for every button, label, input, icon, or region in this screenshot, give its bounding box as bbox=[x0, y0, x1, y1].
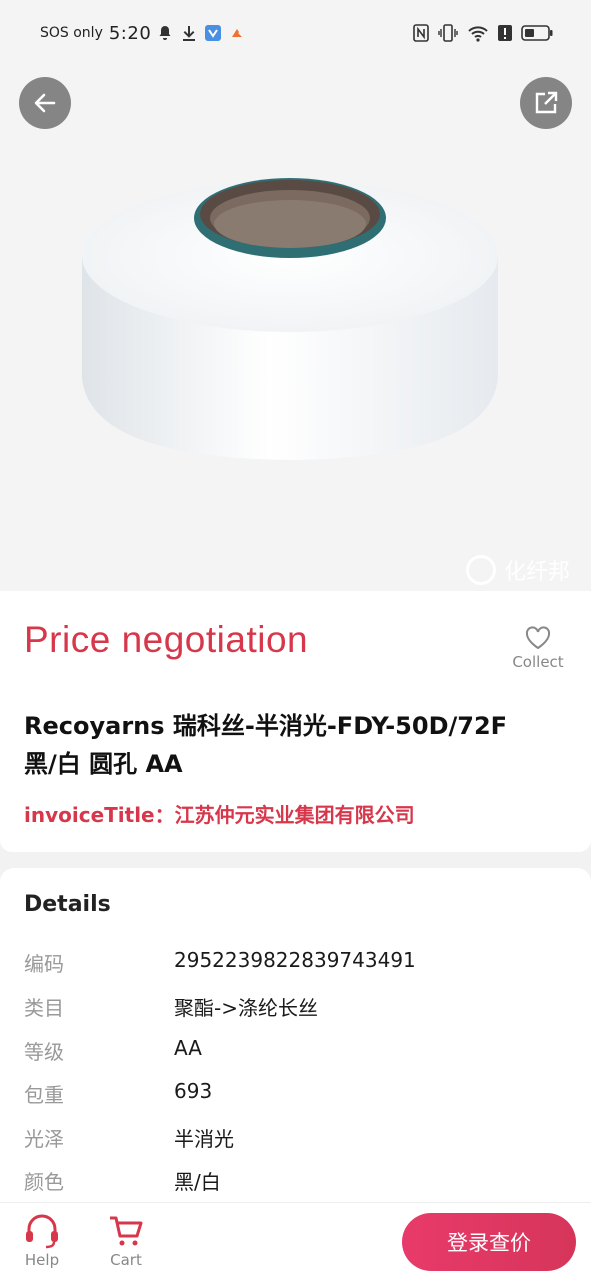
help-tab[interactable]: Help bbox=[12, 1213, 72, 1269]
product-title-line1: Recoyarns 瑞科丝-半消光-FDY-50D/72F bbox=[24, 712, 508, 740]
detail-row-color: 颜色 黑/白 bbox=[24, 1166, 564, 1196]
back-button[interactable] bbox=[19, 77, 71, 129]
invoice-title: invoiceTitle：江苏仲元实业集团有限公司 bbox=[24, 803, 415, 827]
detail-value: 黑/白 bbox=[174, 1170, 221, 1194]
details-card: Details 编码 2952239822839743491 类目 聚酯->涤纶… bbox=[0, 868, 591, 1208]
wifi-icon bbox=[468, 26, 488, 42]
app-notification-icon-2 bbox=[232, 29, 243, 37]
detail-label: 编码 bbox=[24, 952, 64, 976]
status-bar: SOS only 5:20 bbox=[0, 0, 591, 66]
notification-icons bbox=[157, 25, 245, 41]
app-notification-icon bbox=[205, 25, 222, 41]
detail-label: 类目 bbox=[24, 996, 64, 1020]
detail-label: 包重 bbox=[24, 1083, 64, 1107]
status-right bbox=[413, 24, 553, 42]
detail-label: 光泽 bbox=[24, 1127, 64, 1151]
product-title: Recoyarns 瑞科丝-半消光-FDY-50D/72F 黑/白 圆孔 AA bbox=[24, 707, 564, 783]
detail-row-luster: 光泽 半消光 bbox=[24, 1123, 564, 1153]
price-text: Price negotiation bbox=[24, 619, 309, 660]
watermark-text: 化纤邦 bbox=[504, 560, 571, 585]
nfc-icon bbox=[413, 24, 429, 42]
bottom-action-bar: Help Cart 登录查价 bbox=[0, 1202, 591, 1280]
watermark-logo-icon bbox=[466, 555, 496, 585]
detail-row-grade: 等级 AA bbox=[24, 1036, 564, 1066]
alert-icon bbox=[498, 25, 512, 41]
status-left: SOS only 5:20 bbox=[40, 23, 245, 44]
external-link-icon bbox=[535, 91, 558, 114]
details-heading: Details bbox=[24, 892, 111, 917]
watermark: 化纤邦 bbox=[466, 554, 570, 586]
arrow-left-icon bbox=[34, 93, 56, 113]
product-title-line2: 黑/白 圆孔 AA bbox=[24, 750, 183, 778]
detail-value: 半消光 bbox=[174, 1127, 234, 1151]
login-to-view-price-button[interactable]: 登录查价 bbox=[402, 1213, 576, 1271]
detail-row-category: 类目 聚酯->涤纶长丝 bbox=[24, 992, 564, 1022]
product-info-card: Price negotiation Collect Recoyarns 瑞科丝-… bbox=[0, 591, 591, 852]
battery-icon bbox=[521, 25, 553, 41]
product-image bbox=[82, 178, 498, 460]
cart-label: Cart bbox=[110, 1251, 142, 1269]
collect-label: Collect bbox=[512, 653, 564, 671]
vibrate-icon bbox=[438, 24, 458, 42]
detail-value: 聚酯->涤纶长丝 bbox=[174, 996, 318, 1020]
detail-value: AA bbox=[174, 1036, 202, 1060]
detail-value: 2952239822839743491 bbox=[174, 948, 416, 972]
clock: 5:20 bbox=[108, 22, 152, 44]
bell-icon bbox=[159, 26, 171, 40]
detail-row-code: 编码 2952239822839743491 bbox=[24, 948, 564, 978]
heart-icon bbox=[525, 626, 551, 650]
cart-icon bbox=[110, 1216, 143, 1246]
headset-icon bbox=[26, 1214, 58, 1249]
detail-label: 颜色 bbox=[24, 1170, 64, 1194]
cart-tab[interactable]: Cart bbox=[96, 1213, 156, 1269]
detail-label: 等级 bbox=[24, 1040, 64, 1064]
carrier-text: SOS only bbox=[40, 25, 103, 41]
detail-value: 693 bbox=[174, 1079, 213, 1103]
collect-button[interactable]: Collect bbox=[508, 625, 568, 671]
help-label: Help bbox=[24, 1251, 60, 1269]
product-image-area: 化纤邦 bbox=[0, 66, 591, 591]
download-icon bbox=[183, 26, 196, 41]
detail-row-weight: 包重 693 bbox=[24, 1079, 564, 1109]
share-button[interactable] bbox=[520, 77, 572, 129]
